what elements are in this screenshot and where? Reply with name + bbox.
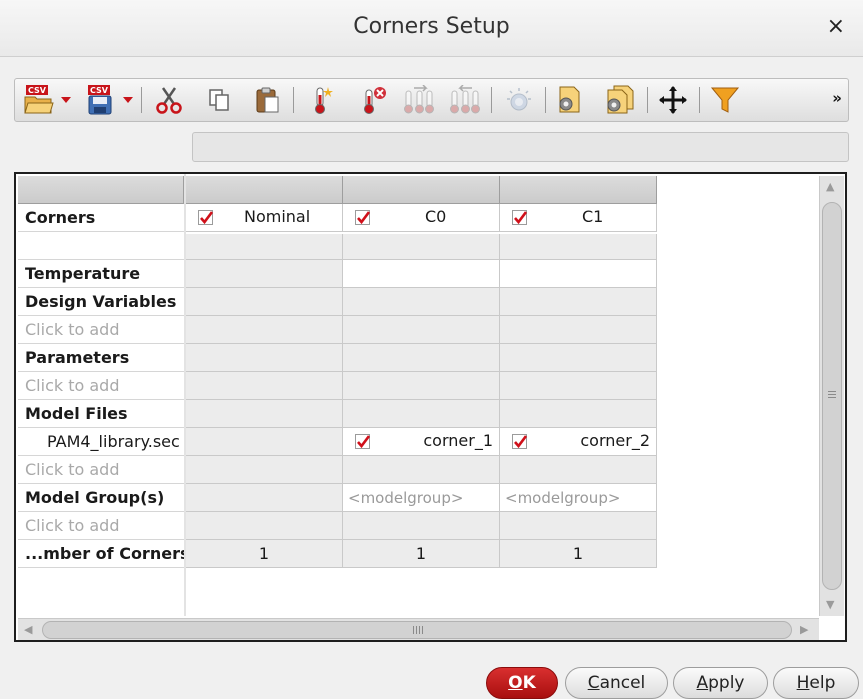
parameters-row-label: Parameters: [18, 344, 184, 372]
model-file-cell-c1[interactable]: corner_2: [500, 428, 657, 456]
apply-label: pply: [708, 673, 745, 693]
paste-icon[interactable]: [251, 84, 283, 116]
model-group-c1-field[interactable]: <modelgroup>: [500, 484, 657, 512]
model-file-cell-c0[interactable]: corner_1: [343, 428, 500, 456]
corner-name-c0: C0: [425, 207, 447, 226]
cancel-mnemonic: C: [587, 673, 600, 693]
corner-count-c0: 1: [343, 540, 500, 568]
spacer-row: [18, 234, 184, 260]
table-header-cell: [18, 176, 184, 204]
scroll-down-icon[interactable]: ▼: [826, 598, 834, 611]
config-multi-icon[interactable]: [601, 84, 637, 116]
ok-mnemonic: O: [508, 673, 523, 693]
corner-cell-c0[interactable]: C0: [343, 204, 500, 232]
help-label: elp: [809, 673, 836, 693]
vertical-scrollbar[interactable]: ▲ ▼: [819, 176, 844, 616]
corners-table: Corners Nominal C0 C1 Temperature Design…: [14, 172, 847, 642]
corners-row-label: Corners: [18, 204, 184, 232]
model-file-c1-checkbox[interactable]: [512, 434, 527, 449]
add-design-variable-row[interactable]: Click to add: [18, 316, 184, 344]
corner-count-c1: 1: [500, 540, 657, 568]
csv-label: CSV: [90, 86, 109, 95]
toolbar-overflow-icon[interactable]: »: [832, 89, 842, 107]
nominal-checkbox[interactable]: [198, 210, 213, 225]
horizontal-scroll-thumb[interactable]: [42, 621, 792, 639]
title-bar: Corners Setup ×: [0, 0, 863, 57]
corner-name-nominal: Nominal: [244, 207, 311, 226]
ok-button[interactable]: OK: [486, 667, 558, 699]
filter-input[interactable]: [192, 132, 849, 162]
corner-count-nominal: 1: [186, 540, 343, 568]
corner-cell-nominal[interactable]: Nominal: [186, 204, 343, 232]
scroll-up-icon[interactable]: ▲: [826, 180, 834, 193]
number-of-corners-row-label: ...mber of Corners: [18, 540, 184, 568]
c1-checkbox[interactable]: [512, 210, 527, 225]
temperature-sweep-left-icon[interactable]: [447, 84, 483, 116]
apply-mnemonic: A: [696, 673, 709, 693]
copy-icon[interactable]: [203, 84, 235, 116]
corner-cell-c1[interactable]: C1: [500, 204, 657, 232]
cut-icon[interactable]: [153, 84, 185, 116]
help-button[interactable]: Help: [773, 667, 859, 699]
model-file-section-c1: corner_2: [580, 431, 650, 450]
filter-icon[interactable]: [709, 84, 741, 116]
move-icon[interactable]: [657, 84, 689, 116]
model-group-c0-field[interactable]: <modelgroup>: [343, 484, 500, 512]
column-header-c0[interactable]: [343, 176, 500, 204]
csv-label: CSV: [28, 86, 47, 95]
model-file-name[interactable]: PAM4_library.sec: [18, 428, 184, 456]
ok-label: K: [522, 673, 536, 693]
add-model-group-row[interactable]: Click to add: [18, 512, 184, 540]
add-temperature-icon[interactable]: [305, 84, 337, 116]
scroll-left-icon[interactable]: ◀: [24, 623, 32, 636]
temperature-cell-c0[interactable]: [343, 260, 500, 288]
model-files-row-label: Model Files: [18, 400, 184, 428]
temperature-cell-nominal: [186, 260, 343, 288]
delete-temperature-icon[interactable]: [357, 84, 389, 116]
toolbar: CSV CSV »: [14, 78, 849, 122]
temperature-cell-c1[interactable]: [500, 260, 657, 288]
help-mnemonic: H: [796, 673, 810, 693]
cancel-label: ancel: [599, 673, 646, 693]
corner-name-c1: C1: [582, 207, 604, 226]
model-file-cell-nominal: [186, 428, 343, 456]
add-model-file-row[interactable]: Click to add: [18, 456, 184, 484]
dropdown-arrow-icon[interactable]: [59, 84, 73, 116]
dialog-title: Corners Setup: [353, 14, 510, 39]
horizontal-scrollbar[interactable]: ◀ ▶: [18, 618, 819, 640]
light-bulb-icon[interactable]: [503, 84, 535, 116]
temperature-row-label: Temperature: [18, 260, 184, 288]
model-file-section-c0: corner_1: [423, 431, 493, 450]
apply-button[interactable]: Apply: [673, 667, 768, 699]
column-header-c1[interactable]: [500, 176, 657, 204]
dropdown-arrow-icon[interactable]: [121, 84, 135, 116]
vertical-scroll-thumb[interactable]: [822, 202, 842, 590]
close-icon[interactable]: ×: [827, 14, 845, 39]
scroll-right-icon[interactable]: ▶: [800, 623, 808, 636]
csv-save-icon[interactable]: CSV: [85, 84, 117, 116]
csv-open-icon[interactable]: CSV: [23, 84, 55, 116]
column-header-nominal[interactable]: [186, 176, 343, 204]
config-icon[interactable]: [553, 84, 585, 116]
design-variables-row-label: Design Variables: [18, 288, 184, 316]
model-groups-row-label: Model Group(s): [18, 484, 184, 512]
temperature-sweep-right-icon[interactable]: [401, 84, 437, 116]
add-parameter-row[interactable]: Click to add: [18, 372, 184, 400]
cancel-button[interactable]: Cancel: [565, 667, 668, 699]
c0-checkbox[interactable]: [355, 210, 370, 225]
model-file-c0-checkbox[interactable]: [355, 434, 370, 449]
